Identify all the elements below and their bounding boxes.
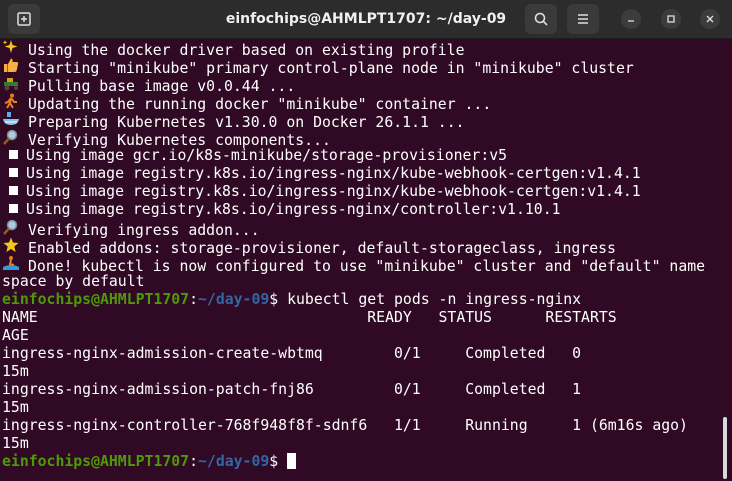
- table-header-wrap: AGE: [2, 327, 29, 344]
- prompt-separator: :: [189, 291, 198, 308]
- table-row: ingress-nginx-admission-patch-fnj86 0/1 …: [2, 381, 582, 398]
- output-line: Verifying Kubernetes components...: [0, 129, 718, 149]
- prompt-dollar: $: [269, 453, 288, 470]
- prompt-user-host: einfochips@AHMLPT1707: [2, 291, 190, 308]
- new-tab-icon: [17, 12, 31, 26]
- output-line: Done! kubectl is now configured to use "…: [0, 255, 718, 275]
- prompt-separator: :: [189, 453, 198, 470]
- text-cursor[interactable]: [287, 453, 297, 469]
- prompt-dollar: $: [269, 291, 288, 308]
- bullet-square-icon: [9, 204, 18, 213]
- prompt-path: ~/day-09: [198, 291, 270, 308]
- output-line: space by default: [2, 273, 145, 290]
- table-row-wrap: 15m: [2, 399, 29, 416]
- output-line: Starting "minikube" primary control-plan…: [0, 57, 718, 77]
- terminal-output[interactable]: Using the docker driver based on existin…: [0, 39, 718, 481]
- title-bar: einfochips@AHMLPT1707: ~/day-09: [0, 0, 732, 39]
- prompt-user-host: einfochips@AHMLPT1707: [2, 453, 190, 470]
- table-row-wrap: 15m: [2, 435, 29, 452]
- bullet-square-icon: [9, 186, 18, 195]
- scrollbar-thumb[interactable]: [723, 417, 727, 479]
- hamburger-menu-icon: [578, 14, 588, 24]
- prompt-line: einfochips@AHMLPT1707:~/day-09$ kubectl …: [0, 291, 718, 309]
- search-button[interactable]: [525, 4, 557, 34]
- bullet-square-icon: [9, 150, 18, 159]
- table-row-wrap: 15m: [2, 363, 29, 380]
- menu-button[interactable]: [567, 4, 599, 34]
- scrollbar[interactable]: [720, 39, 730, 481]
- minimize-icon: [628, 20, 634, 22]
- output-line: Preparing Kubernetes v1.30.0 on Docker 2…: [0, 111, 718, 131]
- maximize-icon: [667, 15, 675, 23]
- table-row: ingress-nginx-controller-768f948f8f-sdnf…: [2, 417, 688, 434]
- search-icon: [534, 12, 548, 26]
- maximize-button[interactable]: [661, 9, 681, 29]
- output-line: Using image registry.k8s.io/ingress-ngin…: [0, 201, 718, 219]
- output-line: Using image registry.k8s.io/ingress-ngin…: [0, 165, 718, 183]
- prompt-path: ~/day-09: [198, 453, 270, 470]
- minimize-button[interactable]: [621, 9, 641, 29]
- output-line: Using the docker driver based on existin…: [0, 39, 718, 59]
- output-line: Verifying ingress addon...: [0, 219, 718, 239]
- command-text: kubectl get pods -n ingress-nginx: [287, 291, 582, 308]
- output-line: Updating the running docker "minikube" c…: [0, 93, 718, 113]
- output-line: Using image registry.k8s.io/ingress-ngin…: [0, 183, 718, 201]
- output-line: Using image gcr.io/k8s-minikube/storage-…: [0, 147, 718, 165]
- output-line: Pulling base image v0.0.44 ...: [0, 75, 718, 95]
- output-line: Enabled addons: storage-provisioner, def…: [0, 237, 718, 257]
- prompt-line: einfochips@AHMLPT1707:~/day-09$: [0, 453, 718, 471]
- close-icon: [706, 15, 714, 23]
- terminal-window: einfochips@AHMLPT1707: ~/day-09 Using th…: [0, 0, 732, 481]
- table-row: ingress-nginx-admission-create-wbtmq 0/1…: [2, 345, 582, 362]
- close-button[interactable]: [700, 9, 720, 29]
- bullet-square-icon: [9, 168, 18, 177]
- new-tab-button[interactable]: [8, 4, 40, 34]
- table-header: NAME READY STATUS RESTARTS: [2, 309, 617, 326]
